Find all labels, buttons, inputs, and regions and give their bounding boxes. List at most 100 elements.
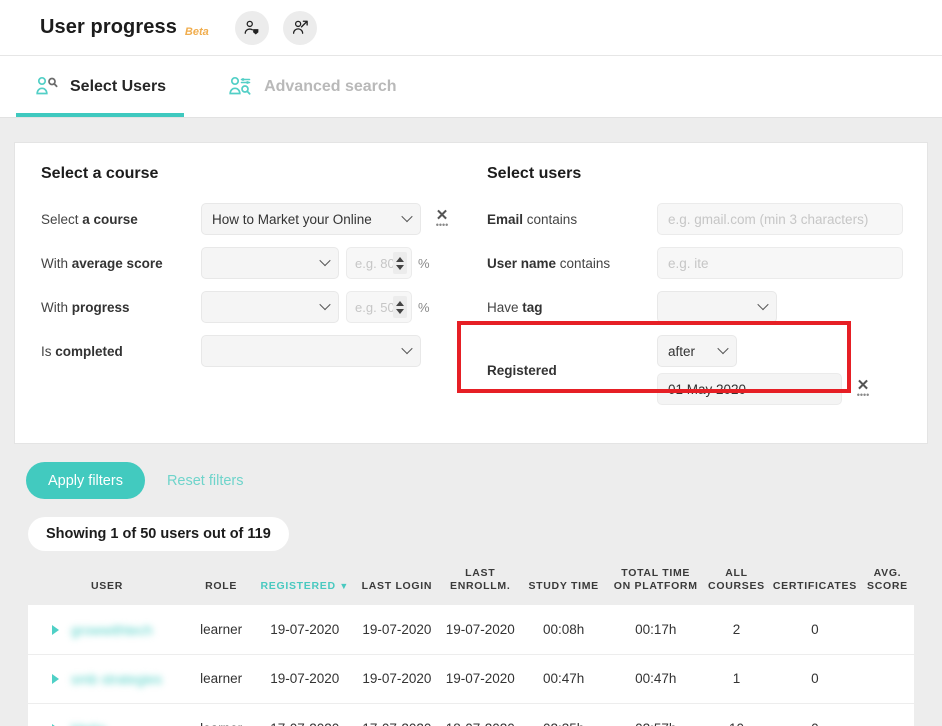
cell-total-time: 00:47h (635, 671, 677, 687)
cell-user: growwithtech (28, 605, 186, 654)
chevron-down-icon (757, 298, 769, 311)
cell-study-time: 00:08h (543, 621, 585, 637)
username-label-bold: User name (487, 255, 557, 271)
showing-count-badge: Showing 1 of 50 users out of 119 (28, 517, 289, 551)
clear-course-button[interactable]: ✕ •••• (433, 208, 451, 230)
users-table-head: USER ROLE REGISTERED ▼ LAST LOGIN LAST EN… (28, 561, 914, 605)
page-title: User progress (40, 16, 177, 38)
tab-advanced-search[interactable]: Advanced search (210, 56, 415, 117)
page-body: Select a course Select a course How to M… (0, 118, 942, 726)
tab-select-users[interactable]: Select Users (16, 56, 185, 117)
filter-row-course: Select a course How to Market your Onlin… (41, 203, 455, 235)
user-progress-icon (292, 20, 308, 34)
progress-label-plain: With (41, 299, 72, 315)
user-tag-button[interactable] (234, 10, 269, 45)
col-label: USER (91, 580, 123, 593)
col-header-registered[interactable]: REGISTERED ▼ (256, 561, 353, 605)
cell-registered: 17-07-2020 (256, 704, 353, 726)
col-header-certificates[interactable]: CERTIFICATES (769, 561, 861, 605)
avg-score-stepper[interactable] (393, 252, 407, 274)
cell-total-time: 00:17h (635, 621, 677, 637)
filter-row-average-score: With average score e.g. 80 % (41, 247, 455, 279)
col-label: CERTIFICATES (772, 580, 857, 593)
users-panel-title: Select users (487, 165, 582, 182)
avg-score-label: With average score (41, 256, 201, 271)
progress-number-input[interactable]: e.g. 50 (346, 291, 412, 323)
username-label-plain: contains (556, 255, 611, 271)
cell-registered: 19-07-2020 (270, 671, 340, 687)
col-header-all-courses[interactable]: ALL COURSES (704, 561, 769, 605)
avg-score-placeholder: e.g. 80 (355, 255, 395, 271)
registered-controls: after ✕ •••• (657, 335, 872, 405)
chevron-down-icon (401, 210, 413, 223)
table-row[interactable]: smb strategies learner 19-07-2020 19-07-… (28, 654, 914, 704)
tag-select[interactable] (657, 291, 777, 323)
progress-placeholder: e.g. 50 (355, 299, 395, 315)
course-select[interactable]: How to Market your Online (201, 203, 421, 235)
progress-operator-select[interactable] (201, 291, 339, 323)
users-filter-column: Select users Email contains User name co… (457, 165, 927, 417)
filter-actions: Apply filters Reset filters (14, 462, 928, 499)
apply-filters-button[interactable]: Apply filters (26, 462, 145, 499)
avg-score-unit: % (418, 255, 430, 271)
table-row[interactable]: growwithtech learner 19-07-2020 19-07-20… (28, 605, 914, 655)
col-header-user[interactable]: USER (28, 561, 186, 605)
email-input[interactable] (657, 203, 903, 235)
user-name: smb strategies (71, 671, 163, 688)
completed-select[interactable] (201, 335, 421, 367)
stepper-up-icon (396, 300, 404, 306)
col-header-study-time[interactable]: STUDY TIME (520, 561, 607, 605)
col-header-last-enrollment[interactable]: LAST ENROLLM. (441, 561, 520, 605)
users-search-icon (36, 76, 58, 94)
avg-score-operator-select[interactable] (201, 247, 339, 279)
cell-last-login: 19-07-2020 (362, 671, 432, 687)
col-header-last-login[interactable]: LAST LOGIN (353, 561, 440, 605)
chevron-down-icon (717, 342, 729, 355)
reset-filters-link[interactable]: Reset filters (167, 473, 244, 489)
registered-operator-value: after (668, 343, 696, 359)
username-input[interactable] (657, 247, 903, 279)
cell-role: learner (186, 704, 256, 726)
user-progress-button[interactable] (282, 10, 317, 45)
col-header-role[interactable]: ROLE (186, 561, 256, 605)
expand-row-icon[interactable] (52, 624, 59, 635)
completed-label-bold: completed (55, 343, 123, 359)
app-titlebar: User progress Beta (0, 0, 942, 56)
cell-all-courses: 10 (704, 704, 769, 726)
clear-registered-date-button[interactable]: ✕ •••• (854, 378, 872, 400)
registered-date-input[interactable] (657, 373, 842, 405)
cell-registered: 19-07-2020 (270, 621, 340, 637)
col-header-avg-score[interactable]: AVG. SCORE (861, 561, 914, 605)
progress-stepper[interactable] (393, 296, 407, 318)
dotted-underline: •••• (435, 220, 449, 230)
cell-last-enrollment: 19-07-2020 (445, 671, 515, 687)
avg-score-number-input[interactable]: e.g. 80 (346, 247, 412, 279)
users-table-wrapper: USER ROLE REGISTERED ▼ LAST LOGIN LAST EN… (28, 561, 914, 726)
users-filter-search-icon (229, 76, 251, 95)
avg-score-label-plain: With (41, 255, 72, 271)
registered-label: Registered (487, 363, 657, 378)
tag-label-plain: Have (487, 299, 523, 315)
cell-user: Metta (28, 704, 186, 726)
col-label: STUDY TIME (528, 580, 599, 593)
col-label: ROLE (205, 580, 238, 593)
cell-all-courses: 2 (732, 621, 741, 637)
col-header-total-time[interactable]: TOTAL TIME ON PLATFORM (607, 561, 704, 605)
table-row[interactable]: Metta learner 17-07-2020 17-07-2020 18-0… (28, 703, 914, 726)
cell-certificates: 0 (769, 704, 861, 726)
progress-label-bold: progress (71, 299, 130, 315)
tab-label: Advanced search (264, 77, 397, 95)
col-label: REGISTERED (260, 580, 336, 593)
expand-row-icon[interactable] (52, 674, 59, 685)
users-table: USER ROLE REGISTERED ▼ LAST LOGIN LAST EN… (28, 561, 914, 726)
user-name: growwithtech (71, 621, 153, 638)
course-filter-column: Select a course Select a course How to M… (15, 165, 471, 417)
filter-row-username: User name contains (487, 247, 911, 279)
course-panel-title: Select a course (41, 165, 159, 182)
cell-avg-score (861, 704, 914, 726)
cell-avg-score (861, 654, 914, 703)
cell-role: learner (200, 671, 243, 687)
registered-operator-select[interactable]: after (657, 335, 737, 367)
tab-label: Select Users (70, 77, 167, 95)
filter-row-tag: Have tag (487, 291, 911, 323)
